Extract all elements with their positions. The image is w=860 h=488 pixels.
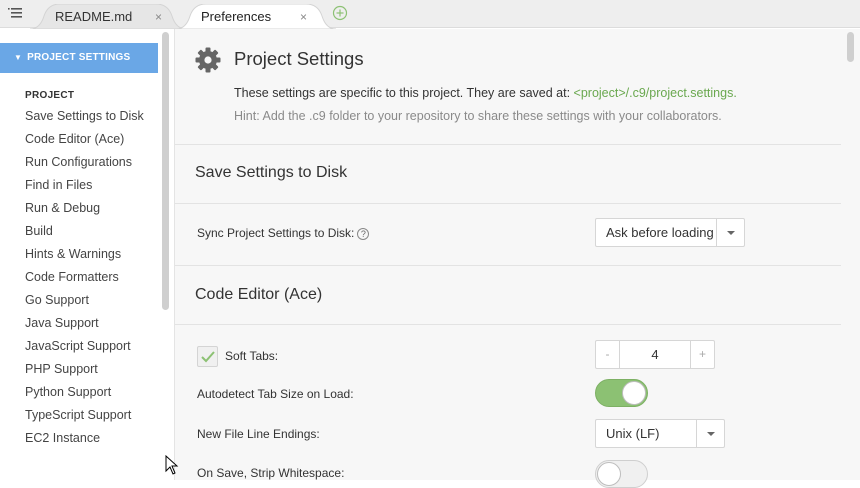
sync-settings-label-text: Sync Project Settings to Disk: (197, 226, 355, 240)
main-scrollbar[interactable] (847, 32, 854, 62)
close-icon[interactable]: × (300, 10, 307, 24)
sidebar-item-hints-warnings[interactable]: Hints & Warnings (25, 247, 155, 262)
sidebar-item-run-debug[interactable]: Run & Debug (25, 201, 155, 216)
section-title-code-editor: Code Editor (Ace) (195, 286, 323, 303)
hint-text: Hint: Add the .c9 folder to your reposit… (234, 109, 722, 123)
settings-sidebar: ▼ PROJECT SETTINGS PROJECT Save Settings … (0, 29, 175, 480)
intro-text-body: These settings are specific to this proj… (234, 86, 574, 100)
sidebar-item-build[interactable]: Build (25, 224, 155, 239)
sidebar-nav: Save Settings to Disk Code Editor (Ace) … (25, 109, 155, 454)
divider (175, 144, 841, 145)
sidebar-item-find-in-files[interactable]: Find in Files (25, 178, 155, 193)
toggle-knob (622, 381, 646, 405)
tab-size-value[interactable]: 4 (620, 347, 690, 362)
settings-path: <project>/.c9/project.settings. (573, 86, 737, 100)
line-endings-value: Unix (LF) (606, 426, 660, 441)
sync-settings-value: Ask before loading (606, 225, 714, 240)
sidebar-item-save-settings[interactable]: Save Settings to Disk (25, 109, 155, 124)
tab-preferences[interactable]: Preferences × (176, 4, 336, 29)
autodetect-tab-size-toggle[interactable] (595, 379, 648, 407)
sidebar-item-run-configurations[interactable]: Run Configurations (25, 155, 155, 170)
sidebar-item-typescript-support[interactable]: TypeScript Support (25, 408, 155, 423)
mouse-pointer-icon (165, 455, 179, 475)
check-icon (201, 351, 215, 363)
sidebar-item-java-support[interactable]: Java Support (25, 316, 155, 331)
sync-settings-dropdown[interactable]: Ask before loading (595, 218, 745, 247)
add-tab-icon[interactable] (332, 5, 348, 21)
sync-settings-label: Sync Project Settings to Disk:? (197, 226, 370, 240)
help-icon[interactable]: ? (357, 228, 370, 240)
soft-tabs-checkbox[interactable] (197, 346, 218, 367)
gear-icon (195, 47, 221, 73)
chevron-down-icon (716, 219, 744, 246)
tab-bar: README.md × Preferences × (0, 0, 860, 29)
line-endings-label: New File Line Endings: (197, 427, 320, 441)
chevron-down-icon (696, 420, 724, 447)
page-title: Project Settings (234, 48, 364, 69)
divider (175, 324, 841, 325)
divider (175, 265, 841, 266)
tab-preferences-label: Preferences (201, 9, 272, 24)
settings-panel: Project Settings These settings are spec… (175, 29, 860, 488)
autodetect-tab-size-label: Autodetect Tab Size on Load: (197, 387, 354, 401)
close-icon[interactable]: × (155, 10, 162, 24)
sidebar-item-code-editor[interactable]: Code Editor (Ace) (25, 132, 155, 147)
intro-text: These settings are specific to this proj… (234, 86, 737, 100)
toggle-knob (597, 462, 621, 486)
strip-whitespace-toggle[interactable] (595, 460, 648, 488)
sidebar-item-php-support[interactable]: PHP Support (25, 362, 155, 377)
sidebar-group-label: PROJECT (25, 90, 75, 101)
sidebar-section-header[interactable]: ▼ PROJECT SETTINGS (0, 43, 158, 73)
tab-readme-label: README.md (55, 9, 133, 24)
sidebar-item-code-formatters[interactable]: Code Formatters (25, 270, 155, 285)
menu-list-icon[interactable] (8, 6, 24, 20)
sidebar-item-go-support[interactable]: Go Support (25, 293, 155, 308)
divider (175, 203, 841, 204)
section-title-save-disk: Save Settings to Disk (195, 164, 348, 181)
tab-size-stepper[interactable]: - 4 + (595, 340, 715, 369)
strip-whitespace-label: On Save, Strip Whitespace: (197, 466, 345, 480)
soft-tabs-label: Soft Tabs: (225, 349, 279, 363)
decrement-button[interactable]: - (596, 341, 620, 368)
increment-button[interactable]: + (690, 341, 714, 368)
sidebar-header-label: PROJECT SETTINGS (27, 52, 131, 63)
sidebar-scrollbar[interactable] (162, 32, 169, 310)
sidebar-item-python-support[interactable]: Python Support (25, 385, 155, 400)
sidebar-item-javascript-support[interactable]: JavaScript Support (25, 339, 155, 354)
line-endings-dropdown[interactable]: Unix (LF) (595, 419, 725, 448)
tab-readme[interactable]: README.md × (30, 4, 186, 29)
sidebar-item-ec2-instance[interactable]: EC2 Instance (25, 431, 155, 446)
caret-down-icon: ▼ (14, 53, 23, 62)
